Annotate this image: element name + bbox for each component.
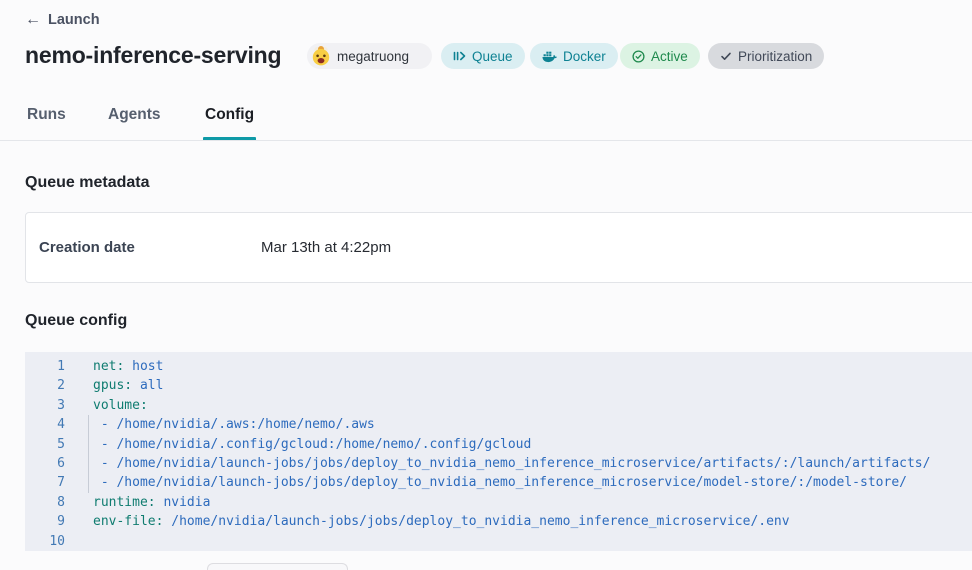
line-number: 4 xyxy=(25,415,65,434)
page-title: nemo-inference-serving xyxy=(25,42,281,69)
code-text: runtime: nvidia xyxy=(65,493,210,512)
prioritization-badge-label: Prioritization xyxy=(738,49,812,64)
check-icon xyxy=(720,50,732,62)
tabs-divider xyxy=(0,140,972,141)
code-line[interactable]: 7 - /home/nvidia/launch-jobs/jobs/deploy… xyxy=(25,473,972,492)
active-status-badge: Active xyxy=(620,43,700,69)
code-line[interactable]: 5 - /home/nvidia/.config/gcloud:/home/ne… xyxy=(25,435,972,454)
line-number: 9 xyxy=(25,512,65,531)
back-label: Launch xyxy=(48,12,100,28)
code-line[interactable]: 8runtime: nvidia xyxy=(25,493,972,512)
code-text: net: host xyxy=(65,357,163,376)
code-line[interactable]: 3volume: xyxy=(25,396,972,415)
code-text xyxy=(65,532,93,551)
docker-badge-label: Docker xyxy=(563,49,606,64)
queue-type-badge: Queue xyxy=(441,43,525,69)
active-badge-label: Active xyxy=(651,49,688,64)
back-to-launch-link[interactable]: ← Launch xyxy=(25,12,100,28)
line-number: 7 xyxy=(25,473,65,492)
indent-guide xyxy=(88,415,89,493)
queue-config-heading: Queue config xyxy=(25,312,127,330)
check-circle-icon xyxy=(632,50,645,63)
owner-name: megatruong xyxy=(337,49,409,64)
code-line[interactable]: 4 - /home/nvidia/.aws:/home/nemo/.aws xyxy=(25,415,972,434)
tab-config[interactable]: Config xyxy=(205,106,254,124)
prioritization-badge: Prioritization xyxy=(708,43,824,69)
launch-queue-page: ← Launch nemo-inference-serving megatruo… xyxy=(0,0,972,570)
docker-resource-badge: Docker xyxy=(530,43,618,69)
creation-date-value: Mar 13th at 4:22pm xyxy=(261,239,391,256)
edit-config-button-partial[interactable] xyxy=(207,563,348,570)
line-number: 2 xyxy=(25,376,65,395)
code-line[interactable]: 1net: host xyxy=(25,357,972,376)
code-text: volume: xyxy=(65,396,148,415)
code-text: - /home/nvidia/launch-jobs/jobs/deploy_t… xyxy=(65,454,930,473)
back-arrow-icon: ← xyxy=(25,12,41,28)
queue-config-code-editor[interactable]: 1net: host2gpus: all3volume:4 - /home/nv… xyxy=(25,352,972,551)
tab-runs[interactable]: Runs xyxy=(27,106,66,124)
code-line[interactable]: 6 - /home/nvidia/launch-jobs/jobs/deploy… xyxy=(25,454,972,473)
line-number: 1 xyxy=(25,357,65,376)
code-line[interactable]: 10 xyxy=(25,532,972,551)
queue-badge-label: Queue xyxy=(472,49,513,64)
line-number: 6 xyxy=(25,454,65,473)
code-text: gpus: all xyxy=(65,376,163,395)
line-number: 10 xyxy=(25,532,65,551)
docker-whale-icon xyxy=(542,50,557,63)
line-number: 8 xyxy=(25,493,65,512)
line-number: 3 xyxy=(25,396,65,415)
line-number: 5 xyxy=(25,435,65,454)
code-text: - /home/nvidia/.aws:/home/nemo/.aws xyxy=(65,415,375,434)
code-line[interactable]: 2gpus: all xyxy=(25,376,972,395)
tab-agents[interactable]: Agents xyxy=(108,106,161,124)
creation-date-row: Creation date Mar 13th at 4:22pm xyxy=(39,213,972,282)
code-text: - /home/nvidia/.config/gcloud:/home/nemo… xyxy=(65,435,531,454)
queue-metadata-heading: Queue metadata xyxy=(25,174,149,192)
queue-metadata-card: Creation date Mar 13th at 4:22pm xyxy=(25,212,972,283)
owner-badge[interactable]: megatruong xyxy=(307,43,432,69)
exploding-head-emoji-icon xyxy=(311,46,331,66)
queue-icon xyxy=(453,50,466,62)
code-text: env-file: /home/nvidia/launch-jobs/jobs/… xyxy=(65,512,790,531)
code-line[interactable]: 9env-file: /home/nvidia/launch-jobs/jobs… xyxy=(25,512,972,531)
code-text: - /home/nvidia/launch-jobs/jobs/deploy_t… xyxy=(65,473,907,492)
creation-date-label: Creation date xyxy=(39,239,261,256)
